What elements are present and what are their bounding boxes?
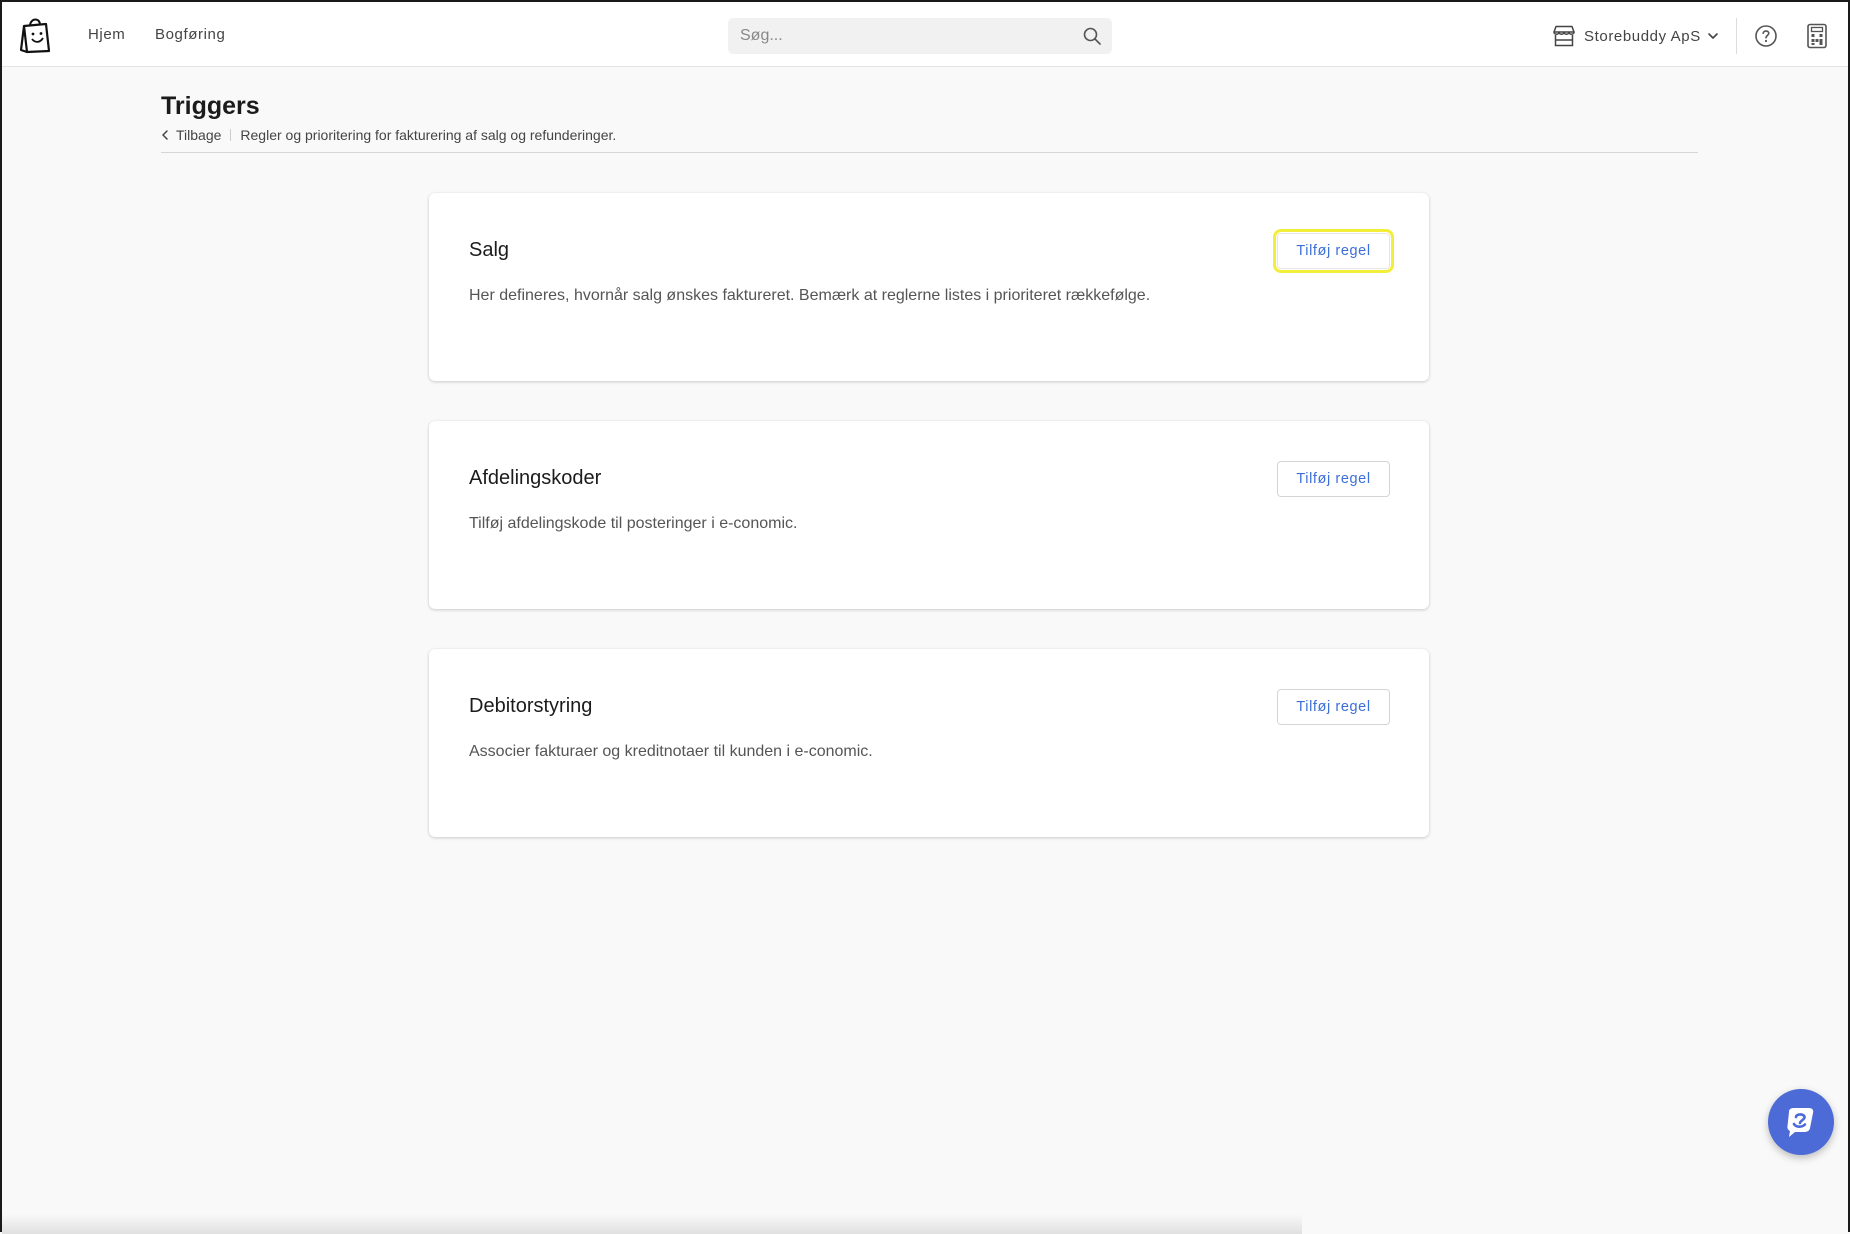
page-title: Triggers	[161, 92, 260, 120]
card-sales: Salg Her defineres, hvornår salg ønskes …	[429, 193, 1429, 381]
add-rule-button-sales[interactable]: Tilføj regel	[1273, 229, 1394, 273]
card-title: Salg	[469, 239, 510, 261]
nav-home[interactable]: Hjem	[88, 26, 125, 43]
shopping-bag-logo[interactable]	[20, 16, 52, 54]
store-switcher[interactable]: Storebuddy ApS	[1552, 23, 1719, 49]
store-name: Storebuddy ApS	[1584, 27, 1701, 45]
nav-bookkeeping[interactable]: Bogføring	[155, 26, 225, 43]
add-rule-button-debtor-management[interactable]: Tilføj regel	[1277, 689, 1390, 725]
header-divider	[161, 152, 1698, 153]
page-subtitle: Regler og prioritering for fakturering a…	[240, 127, 617, 143]
help-icon[interactable]	[1754, 24, 1778, 48]
top-bar: Hjem Bogføring Storebuddy ApS	[2, 2, 1848, 67]
calculator-icon[interactable]	[1806, 23, 1828, 49]
add-rule-button-department-codes[interactable]: Tilføj regel	[1277, 461, 1390, 497]
breadcrumb: Tilbage Regler og prioritering for faktu…	[161, 126, 616, 144]
topbar-divider	[1736, 18, 1737, 54]
store-icon	[1553, 25, 1575, 47]
search-box	[728, 18, 1112, 54]
card-department-codes: Afdelingskoder Tilføj afdelingskode til …	[429, 421, 1429, 609]
chat-icon	[1787, 1108, 1814, 1137]
search-icon[interactable]	[1082, 26, 1102, 46]
search-input[interactable]	[728, 18, 1112, 54]
back-link[interactable]: Tilbage	[176, 127, 221, 143]
breadcrumb-separator	[230, 129, 232, 141]
card-description: Associer fakturaer og kreditnotaer til k…	[469, 743, 873, 760]
card-description: Tilføj afdelingskode til posteringer i e…	[469, 515, 798, 532]
card-title: Afdelingskoder	[469, 467, 602, 489]
bottom-shadow	[2, 1214, 1302, 1234]
card-title: Debitorstyring	[469, 695, 593, 717]
app-window: Hjem Bogføring Storebuddy ApS	[0, 0, 1850, 1234]
chat-button[interactable]	[1768, 1089, 1834, 1155]
chevron-left-icon[interactable]	[161, 130, 170, 140]
card-description: Her defineres, hvornår salg ønskes faktu…	[469, 287, 1151, 304]
chevron-down-icon	[1708, 33, 1718, 39]
card-debtor-management: Debitorstyring Associer fakturaer og kre…	[429, 649, 1429, 837]
